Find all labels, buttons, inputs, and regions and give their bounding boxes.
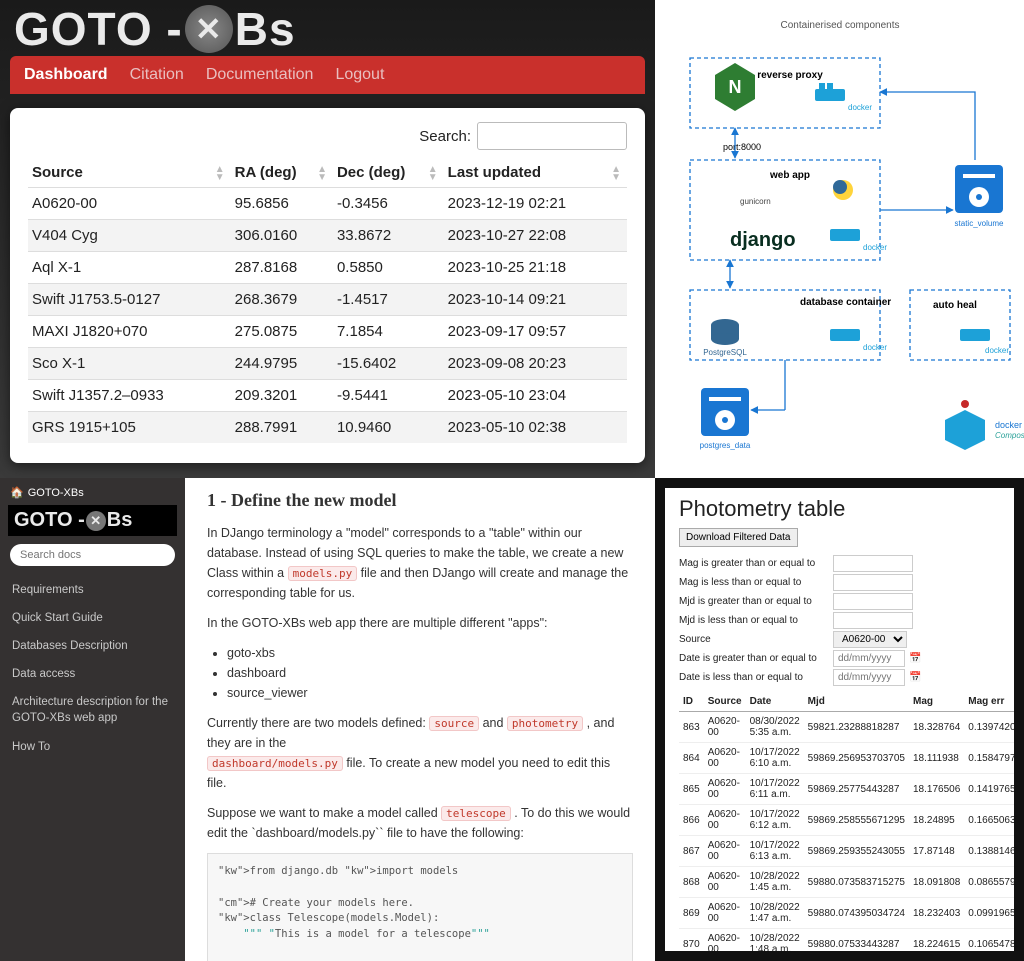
col[interactable]: Source	[704, 692, 746, 712]
sort-icon: ▲▼	[215, 166, 225, 182]
page-title: 1 - Define the new model	[207, 490, 633, 511]
architecture-diagram: Containerised components reverse proxy N…	[655, 0, 1024, 478]
logo-x-icon: ✕	[86, 511, 106, 531]
col-updated[interactable]: Last updated▲▼	[444, 158, 627, 188]
codeblock: "kw">from django.db "kw">import models "…	[207, 853, 633, 961]
table-row[interactable]: 865A0620-0010/17/2022 6:11 a.m.59869.257…	[679, 774, 1024, 805]
breadcrumb[interactable]: 🏠 GOTO-XBs	[0, 486, 185, 505]
search-input[interactable]	[477, 122, 627, 150]
table-row[interactable]: GRS 1915+105288.799110.94602023-05-10 02…	[28, 412, 627, 444]
svg-text:gunicorn: gunicorn	[740, 197, 771, 206]
date-lte-input[interactable]	[833, 669, 905, 686]
col-dec[interactable]: Dec (deg)▲▼	[333, 158, 444, 188]
mag-lte-input[interactable]	[833, 574, 913, 591]
svg-text:reverse proxy: reverse proxy	[757, 70, 823, 81]
table-row[interactable]: 869A0620-0010/28/2022 1:47 a.m.59880.074…	[679, 898, 1024, 929]
page-title: Photometry table	[679, 496, 1000, 522]
dashboard-app: GOTO - ✕ Bs Dashboard Citation Documenta…	[0, 0, 655, 478]
svg-text:port:8000: port:8000	[723, 142, 761, 152]
calendar-icon[interactable]: 📅	[909, 672, 921, 683]
docs-search-input[interactable]	[10, 544, 175, 566]
table-row[interactable]: Swift J1357.2–0933209.3201-9.54412023-05…	[28, 380, 627, 412]
sidebar-item[interactable]: Databases Description	[0, 632, 185, 660]
sort-icon: ▲▼	[317, 166, 327, 182]
col[interactable]: Mjd	[804, 692, 909, 712]
svg-text:Compose: Compose	[995, 431, 1024, 440]
col[interactable]: Mag	[909, 692, 964, 712]
code-models-py: models.py	[288, 566, 358, 581]
col-ra[interactable]: RA (deg)▲▼	[231, 158, 333, 188]
svg-text:static_volume: static_volume	[955, 219, 1004, 228]
svg-text:Containerised components: Containerised components	[781, 20, 900, 31]
col[interactable]: ID	[679, 692, 704, 712]
photometry-panel: Photometry table Download Filtered Data …	[655, 478, 1024, 961]
docs-content: 1 - Define the new model In DJango termi…	[185, 478, 655, 961]
top-nav: Dashboard Citation Documentation Logout	[10, 56, 645, 94]
nav-dashboard[interactable]: Dashboard	[24, 66, 108, 84]
mag-gte-input[interactable]	[833, 555, 913, 572]
table-row[interactable]: Aql X-1287.81680.58502023-10-25 21:18	[28, 252, 627, 284]
table-row[interactable]: V404 Cyg306.016033.86722023-10-27 22:08	[28, 220, 627, 252]
sidebar-item[interactable]: Data access	[0, 660, 185, 688]
table-row[interactable]: 864A0620-0010/17/2022 6:10 a.m.59869.256…	[679, 743, 1024, 774]
table-row[interactable]: MAXI J1820+070275.08757.18542023-09-17 0…	[28, 316, 627, 348]
nav-citation[interactable]: Citation	[130, 66, 184, 84]
docs-app: 🏠 GOTO-XBs GOTO - ✕ Bs RequirementsQuick…	[0, 478, 655, 961]
svg-text:database container: database container	[800, 297, 891, 308]
svg-text:web app: web app	[769, 170, 810, 181]
search-label: Search:	[419, 128, 471, 145]
sidebar-item[interactable]: Architecture description for the GOTO-XB…	[0, 688, 185, 732]
mjd-gte-input[interactable]	[833, 593, 913, 610]
svg-text:postgres_data: postgres_data	[700, 441, 751, 450]
table-row[interactable]: A0620-0095.6856-0.34562023-12-19 02:21	[28, 188, 627, 220]
col-source[interactable]: Source▲▼	[28, 158, 231, 188]
date-gte-input[interactable]	[833, 650, 905, 667]
svg-text:N: N	[729, 77, 742, 97]
sidebar-item[interactable]: How To	[0, 733, 185, 761]
photometry-table: IDSourceDateMjdMagMag err 863A0620-0008/…	[679, 692, 1024, 961]
svg-text:PostgreSQL: PostgreSQL	[703, 348, 747, 357]
svg-text:docker: docker	[848, 103, 872, 112]
svg-text:docker: docker	[985, 346, 1009, 355]
svg-text:auto heal: auto heal	[933, 300, 977, 311]
logo-x-icon: ✕	[185, 5, 233, 53]
table-row[interactable]: Swift J1753.5-0127268.3679-1.45172023-10…	[28, 284, 627, 316]
table-row[interactable]: 870A0620-0010/28/2022 1:48 a.m.59880.075…	[679, 929, 1024, 960]
sort-icon: ▲▼	[428, 166, 438, 182]
mjd-lte-input[interactable]	[833, 612, 913, 629]
nav-logout[interactable]: Logout	[335, 66, 384, 84]
sidebar-item[interactable]: Requirements	[0, 576, 185, 604]
source-select[interactable]: A0620-00	[833, 631, 907, 648]
sort-icon: ▲▼	[611, 166, 621, 182]
table-row[interactable]: 868A0620-0010/28/2022 1:45 a.m.59880.073…	[679, 867, 1024, 898]
app-logo: GOTO - ✕ Bs	[10, 0, 645, 56]
svg-text:django: django	[730, 229, 796, 251]
download-filtered-data-button[interactable]: Download Filtered Data	[679, 528, 798, 547]
table-row[interactable]: Sco X-1244.9795-15.64022023-09-08 20:23	[28, 348, 627, 380]
table-row[interactable]: 867A0620-0010/17/2022 6:13 a.m.59869.259…	[679, 836, 1024, 867]
sidebar-item[interactable]: Quick Start Guide	[0, 604, 185, 632]
svg-text:docker: docker	[863, 343, 887, 352]
nav-documentation[interactable]: Documentation	[206, 66, 314, 84]
table-row[interactable]: 863A0620-0008/30/2022 5:35 a.m.59821.232…	[679, 712, 1024, 743]
svg-text:docker: docker	[863, 243, 887, 252]
sidebar: 🏠 GOTO-XBs GOTO - ✕ Bs RequirementsQuick…	[0, 478, 185, 961]
docs-logo: GOTO - ✕ Bs	[8, 505, 177, 536]
svg-text:docker: docker	[995, 420, 1022, 430]
col[interactable]: Date	[746, 692, 804, 712]
calendar-icon[interactable]: 📅	[909, 653, 921, 664]
sources-table: Source▲▼ RA (deg)▲▼ Dec (deg)▲▼ Last upd…	[28, 158, 627, 443]
col[interactable]: Mag err	[964, 692, 1024, 712]
dashboard-card: Search: Source▲▼ RA (deg)▲▼ Dec (deg)▲▼ …	[10, 108, 645, 463]
home-icon: 🏠	[10, 486, 24, 499]
table-row[interactable]: 866A0620-0010/17/2022 6:12 a.m.59869.258…	[679, 805, 1024, 836]
